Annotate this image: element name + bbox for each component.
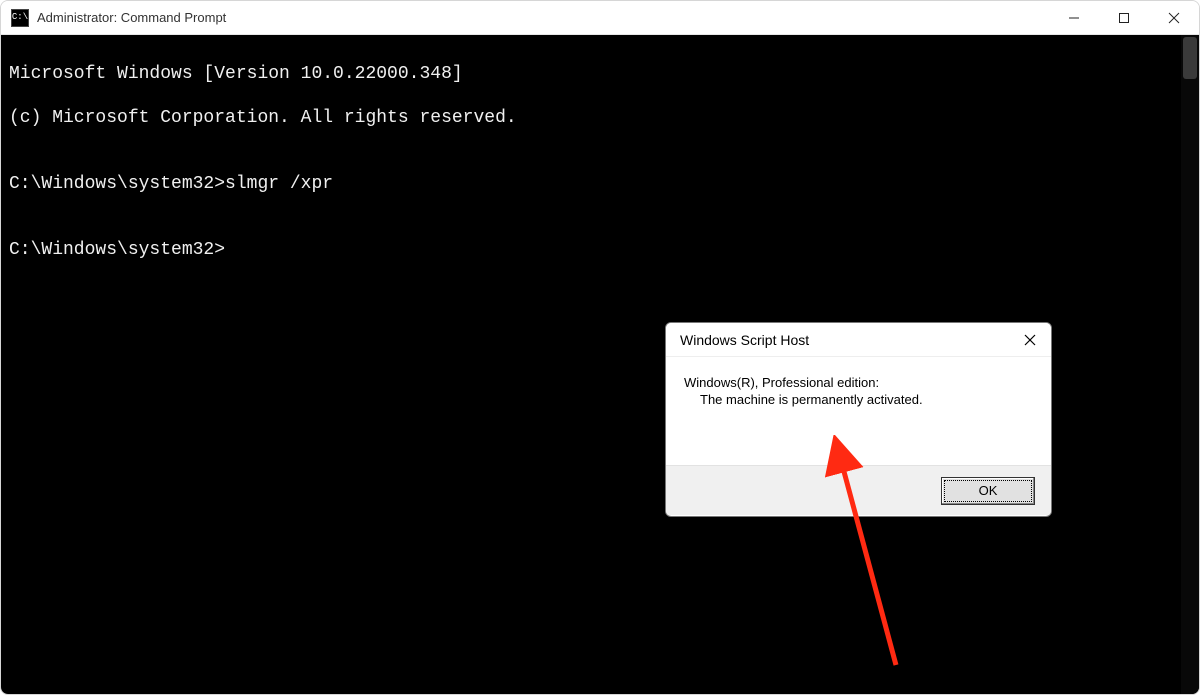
close-button[interactable] [1149, 1, 1199, 34]
dialog-button-row: OK [666, 465, 1051, 515]
dialog-body: Windows(R), Professional edition: The ma… [666, 357, 1051, 465]
cmd-icon: C:\ [11, 9, 29, 27]
window-controls [1049, 1, 1199, 34]
command-prompt-window: C:\ Administrator: Command Prompt Micros… [0, 0, 1200, 695]
dialog-close-button[interactable] [1009, 323, 1051, 356]
scrollbar-thumb[interactable] [1183, 37, 1197, 79]
prompt-text: C:\Windows\system32> [9, 240, 225, 260]
window-title: Administrator: Command Prompt [37, 10, 226, 25]
dialog-titlebar[interactable]: Windows Script Host [666, 323, 1051, 357]
console-area: Microsoft Windows [Version 10.0.22000.34… [1, 35, 1199, 695]
command-text: slmgr /xpr [225, 174, 333, 194]
dialog-title: Windows Script Host [680, 332, 1009, 348]
minimize-icon [1068, 12, 1080, 24]
ok-button[interactable]: OK [941, 477, 1035, 505]
console-line: C:\Windows\system32>slmgr /xpr [9, 173, 1191, 195]
dialog-message-line1: Windows(R), Professional edition: [684, 375, 1033, 390]
maximize-icon [1118, 12, 1130, 24]
console-line: C:\Windows\system32> [9, 239, 1191, 261]
prompt-text: C:\Windows\system32> [9, 174, 225, 194]
dialog-message-line2: The machine is permanently activated. [700, 392, 1033, 407]
titlebar[interactable]: C:\ Administrator: Command Prompt [1, 1, 1199, 35]
cmd-icon-label: C:\ [12, 13, 28, 22]
minimize-button[interactable] [1049, 1, 1099, 34]
maximize-button[interactable] [1099, 1, 1149, 34]
vertical-scrollbar[interactable] [1181, 35, 1199, 695]
console-line: (c) Microsoft Corporation. All rights re… [9, 107, 1191, 129]
console-line: Microsoft Windows [Version 10.0.22000.34… [9, 63, 1191, 85]
close-icon [1168, 12, 1180, 24]
script-host-dialog: Windows Script Host Windows(R), Professi… [665, 322, 1052, 517]
close-icon [1024, 334, 1036, 346]
